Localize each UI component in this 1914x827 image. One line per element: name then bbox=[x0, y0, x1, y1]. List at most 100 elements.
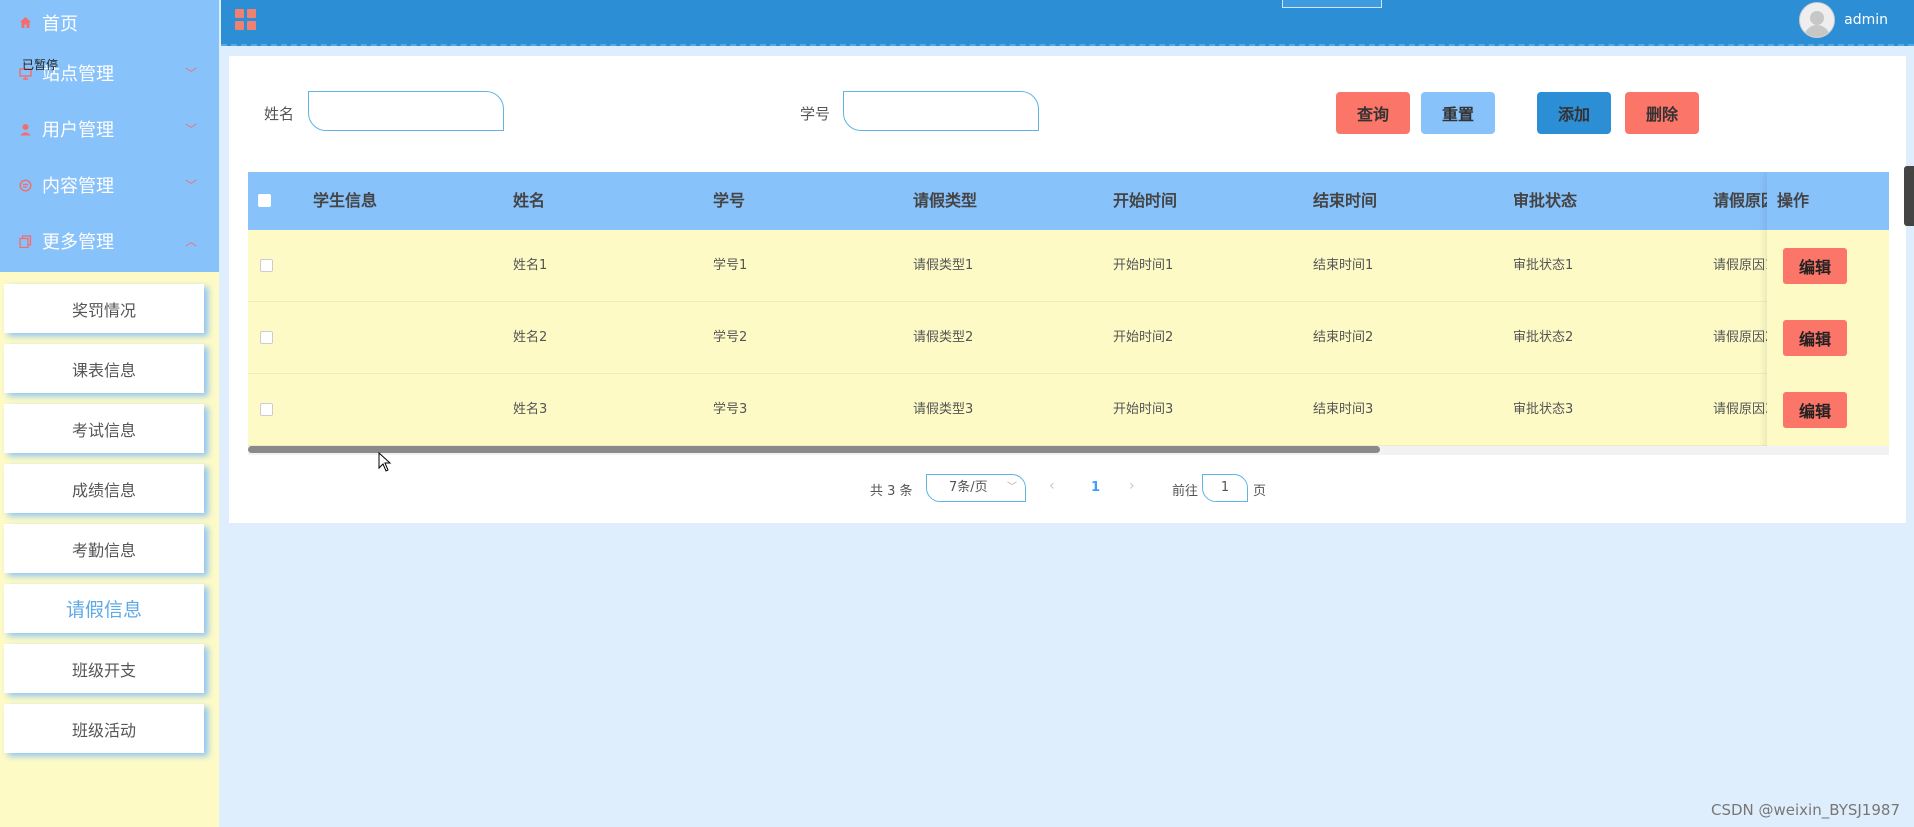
horizontal-scrollbar[interactable] bbox=[248, 446, 1889, 455]
data-table: 学生信息 姓名 学号 请假类型 开始时间 结束时间 审批状态 请假原因 姓名1 … bbox=[248, 172, 1889, 455]
edit-button[interactable]: 编辑 bbox=[1783, 320, 1847, 356]
column-header: 开始时间 bbox=[1113, 191, 1178, 210]
table-row: 姓名3 学号3 请假类型3 开始时间3 结束时间3 审批状态3 请假原因3 bbox=[248, 374, 1889, 446]
chevron-down-icon: ﹀ bbox=[184, 66, 197, 81]
top-bar: admin bbox=[221, 0, 1914, 46]
cell-start-time: 开始时间3 bbox=[1113, 402, 1174, 417]
mouse-cursor-icon bbox=[378, 452, 392, 472]
chat-icon bbox=[18, 178, 32, 192]
home-icon bbox=[18, 16, 32, 30]
cell-end-time: 结束时间1 bbox=[1313, 258, 1374, 273]
cell-reason: 请假原因1 bbox=[1713, 258, 1774, 273]
column-header: 姓名 bbox=[513, 191, 546, 210]
column-header: 审批状态 bbox=[1513, 191, 1578, 210]
sidebar-menu: 首页 站点管理 ﹀ 用户管理 ﹀ 内容管理 ﹀ 更多管理 ︿ bbox=[0, 0, 219, 272]
total-count: 共 3 条 bbox=[870, 484, 913, 499]
cell-start-time: 开始时间2 bbox=[1113, 330, 1174, 345]
page-size-select[interactable]: 7条/页 ﹀ bbox=[926, 474, 1026, 502]
row-checkbox[interactable] bbox=[260, 403, 273, 416]
delete-button[interactable]: 删除 bbox=[1625, 92, 1699, 134]
cell-start-time: 开始时间1 bbox=[1113, 258, 1174, 273]
submenu-item-attendance[interactable]: 考勤信息 bbox=[4, 524, 204, 573]
scrollbar-thumb[interactable] bbox=[248, 446, 1380, 453]
column-header-actions: 操作 bbox=[1777, 191, 1810, 210]
select-all-checkbox[interactable] bbox=[258, 194, 271, 207]
student-id-label: 学号 bbox=[800, 105, 831, 123]
main-panel: 姓名 学号 查询 重置 添加 删除 学生信息 姓名 学号 请假类型 开始时间 结… bbox=[229, 56, 1906, 523]
cell-reason: 请假原因3 bbox=[1713, 402, 1774, 417]
reset-button[interactable]: 重置 bbox=[1421, 92, 1495, 134]
cell-end-time: 结束时间2 bbox=[1313, 330, 1374, 345]
submenu-item-activities[interactable]: 班级活动 bbox=[4, 704, 204, 753]
cell-status: 审批状态1 bbox=[1513, 258, 1574, 273]
cell-end-time: 结束时间3 bbox=[1313, 402, 1374, 417]
cell-leave-type: 请假类型1 bbox=[913, 258, 974, 273]
add-button[interactable]: 添加 bbox=[1537, 92, 1611, 134]
side-drawer-handle[interactable] bbox=[1904, 166, 1914, 226]
table-row: 姓名2 学号2 请假类型2 开始时间2 结束时间2 审批状态2 请假原因2 bbox=[248, 302, 1889, 374]
column-header: 结束时间 bbox=[1313, 191, 1378, 210]
prev-page-icon[interactable]: ‹ bbox=[1049, 478, 1055, 494]
cell-leave-type: 请假类型3 bbox=[913, 402, 974, 417]
name-input[interactable] bbox=[308, 91, 504, 131]
page-number[interactable]: 1 bbox=[1091, 480, 1100, 495]
cell-reason: 请假原因2 bbox=[1713, 330, 1774, 345]
page-suffix-label: 页 bbox=[1253, 484, 1267, 499]
cell-name: 姓名3 bbox=[513, 402, 548, 417]
cell-student-id: 学号2 bbox=[713, 330, 748, 345]
user-menu[interactable]: admin bbox=[1799, 2, 1888, 38]
watermark: CSDN @weixin_BYSJ1987 bbox=[1710, 801, 1900, 819]
next-page-icon[interactable]: › bbox=[1129, 478, 1135, 494]
cell-name: 姓名1 bbox=[513, 258, 548, 273]
submenu-item-leave[interactable]: 请假信息 bbox=[4, 584, 204, 633]
sidebar-item-label: 用户管理 bbox=[42, 120, 114, 141]
sidebar-item-label: 内容管理 bbox=[42, 176, 114, 197]
cell-status: 审批状态3 bbox=[1513, 402, 1574, 417]
sidebar: 首页 站点管理 ﹀ 用户管理 ﹀ 内容管理 ﹀ 更多管理 ︿ 已暂停 奖罚情况 … bbox=[0, 0, 219, 827]
edit-button[interactable]: 编辑 bbox=[1783, 248, 1847, 284]
query-button[interactable]: 查询 bbox=[1336, 92, 1410, 134]
column-header: 学号 bbox=[713, 191, 746, 210]
chevron-up-icon: ︿ bbox=[184, 234, 197, 249]
status-badge: 已暂停 bbox=[22, 58, 59, 72]
submenu-item-expenses[interactable]: 班级开支 bbox=[4, 644, 204, 693]
floating-tag bbox=[1282, 0, 1382, 8]
edit-button[interactable]: 编辑 bbox=[1783, 392, 1847, 428]
table-header: 学生信息 姓名 学号 请假类型 开始时间 结束时间 审批状态 请假原因 bbox=[248, 172, 1889, 230]
sidebar-item-site[interactable]: 站点管理 ﹀ bbox=[0, 45, 219, 101]
goto-label: 前往 bbox=[1172, 484, 1199, 499]
row-checkbox[interactable] bbox=[260, 331, 273, 344]
goto-page-input[interactable]: 1 bbox=[1202, 474, 1248, 502]
sidebar-item-label: 更多管理 bbox=[42, 232, 114, 253]
user-icon bbox=[18, 122, 32, 136]
copy-icon bbox=[18, 234, 32, 248]
student-id-input[interactable] bbox=[843, 91, 1039, 131]
submenu-item-rewards[interactable]: 奖罚情况 bbox=[4, 284, 204, 333]
chevron-down-icon: ﹀ bbox=[184, 178, 197, 193]
sidebar-item-content[interactable]: 内容管理 ﹀ bbox=[0, 157, 219, 213]
submenu-item-schedule[interactable]: 课表信息 bbox=[4, 344, 204, 393]
cell-name: 姓名2 bbox=[513, 330, 548, 345]
sidebar-item-more[interactable]: 更多管理 ︿ bbox=[0, 213, 219, 269]
row-checkbox[interactable] bbox=[260, 259, 273, 272]
cell-leave-type: 请假类型2 bbox=[913, 330, 974, 345]
submenu-item-exams[interactable]: 考试信息 bbox=[4, 404, 204, 453]
username: admin bbox=[1844, 12, 1888, 28]
cell-status: 审批状态2 bbox=[1513, 330, 1574, 345]
sidebar-item-user[interactable]: 用户管理 ﹀ bbox=[0, 101, 219, 157]
name-label: 姓名 bbox=[264, 105, 295, 123]
column-header: 请假类型 bbox=[913, 191, 978, 210]
pagination: 共 3 条 7条/页 ﹀ ‹ 1 › 前往 1 页 bbox=[229, 474, 1906, 504]
fixed-action-column: 操作 编辑 编辑 编辑 bbox=[1767, 172, 1889, 455]
page-size-value: 7条/页 bbox=[949, 480, 988, 495]
menu-grid-icon[interactable] bbox=[235, 9, 256, 30]
sidebar-item-home[interactable]: 首页 bbox=[0, 0, 219, 45]
table-row: 姓名1 学号1 请假类型1 开始时间1 结束时间1 审批状态1 请假原因1 bbox=[248, 230, 1889, 302]
submenu-list: 奖罚情况 课表信息 考试信息 成绩信息 考勤信息 请假信息 班级开支 班级活动 bbox=[4, 284, 204, 764]
chevron-down-icon: ﹀ bbox=[184, 122, 197, 137]
chevron-down-icon: ﹀ bbox=[1007, 482, 1017, 493]
avatar bbox=[1799, 2, 1836, 38]
submenu-item-grades[interactable]: 成绩信息 bbox=[4, 464, 204, 513]
cell-student-id: 学号1 bbox=[713, 258, 748, 273]
cell-student-id: 学号3 bbox=[713, 402, 748, 417]
